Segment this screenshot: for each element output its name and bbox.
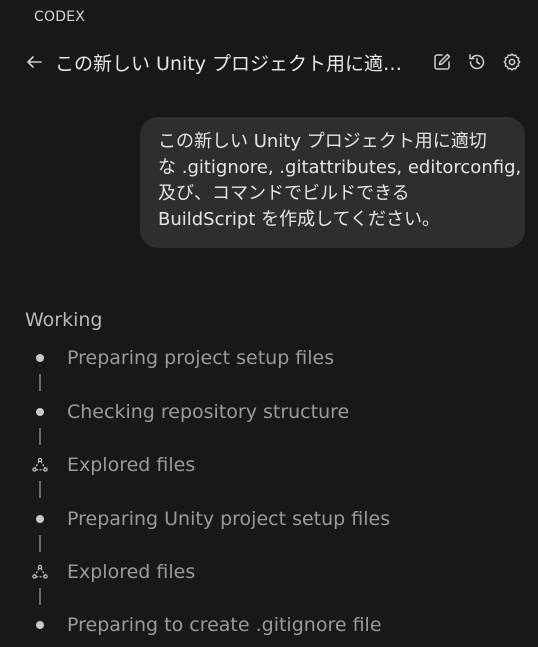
chat-header: この新しい Unity プロジェクト用に適… [0, 40, 538, 84]
user-message-bubble: この新しい Unity プロジェクト用に適切 な .gitignore, .gi… [140, 117, 525, 248]
step-text: Preparing Unity project setup files [67, 508, 391, 530]
edit-icon [434, 53, 451, 70]
panel-label: CODEX [34, 9, 86, 25]
step-text: Checking repository structure [67, 401, 350, 423]
back-button[interactable] [24, 52, 44, 72]
gear-icon [503, 53, 521, 71]
timeline-connector [39, 588, 41, 605]
step-item: Explored files [0, 559, 538, 585]
explore-icon [32, 564, 48, 579]
message-line: この新しい Unity プロジェクト用に適切 [158, 131, 487, 152]
history-button[interactable] [466, 51, 488, 73]
step-text: Explored files [67, 561, 196, 583]
step-text: Explored files [67, 454, 196, 476]
edit-button[interactable] [431, 51, 453, 73]
step-text: Preparing to create .gitignore file [67, 614, 382, 636]
working-label: Working [25, 309, 103, 331]
bullet-dot-icon [36, 408, 44, 416]
bullet-dot-icon [36, 621, 44, 629]
step-item: Explored files [0, 452, 538, 478]
timeline-connector [39, 374, 41, 391]
explore-icon [32, 457, 48, 472]
step-item: Preparing project setup files [0, 345, 538, 371]
back-arrow-icon [27, 56, 42, 68]
message-line: 及び、コマンドでビルドできる [158, 183, 410, 204]
step-item: Checking repository structure [0, 399, 538, 425]
bullet-dot-icon [36, 354, 44, 362]
message-line: な .gitignore, .gitattributes, editorconf… [158, 157, 522, 178]
message-line: BuildScript を作成してください。 [158, 209, 441, 230]
timeline-connector [39, 535, 41, 552]
step-item: Preparing to create .gitignore file [0, 612, 538, 638]
bullet-dot-icon [36, 515, 44, 523]
timeline-connector [39, 481, 41, 498]
timeline-connector [39, 428, 41, 445]
conversation-title: この新しい Unity プロジェクト用に適… [55, 53, 403, 75]
history-icon [469, 54, 485, 70]
step-text: Preparing project setup files [67, 347, 335, 369]
step-item: Preparing Unity project setup files [0, 506, 538, 532]
settings-button[interactable] [501, 51, 523, 73]
codex-panel: CODEX この新しい Unity プロジェクト用に適… この新しい Unity… [0, 0, 538, 647]
